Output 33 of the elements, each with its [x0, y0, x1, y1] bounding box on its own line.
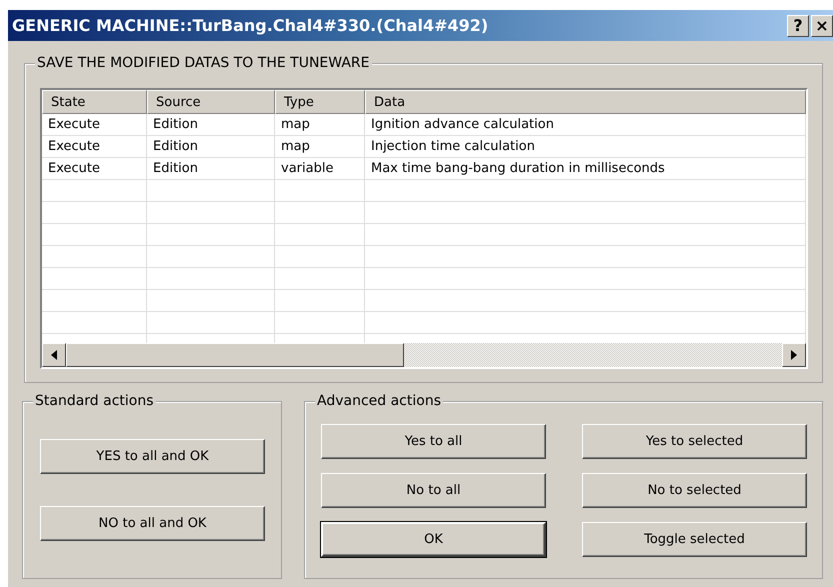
horizontal-scrollbar[interactable]	[42, 343, 806, 367]
table-cell: Ignition advance calculation	[365, 114, 806, 136]
table-cell: Injection time calculation	[365, 136, 806, 158]
table-cell: Execute	[42, 114, 147, 136]
action-button[interactable]: Yes to all	[321, 424, 546, 459]
help-button[interactable]: ?	[787, 14, 809, 36]
window-title: GENERIC MACHINE::TurBang.Chal4#330.(Chal4#492)	[12, 14, 490, 36]
table-cell: map	[275, 114, 365, 136]
action-button[interactable]: Yes to selected	[582, 424, 807, 459]
action-button[interactable]: YES to all and OK	[40, 439, 265, 474]
table-cell: Execute	[42, 136, 147, 158]
table-cell: Edition	[147, 114, 275, 136]
scroll-right-button[interactable]	[782, 343, 806, 367]
action-button[interactable]: No to selected	[582, 473, 807, 508]
table-cell: Edition	[147, 136, 275, 158]
action-button[interactable]: Toggle selected	[582, 522, 807, 557]
action-button[interactable]: NO to all and OK	[40, 506, 265, 541]
table-cell: map	[275, 136, 365, 158]
column-header[interactable]: Data	[365, 90, 806, 114]
column-header[interactable]: Source	[147, 90, 275, 114]
action-button[interactable]: No to all	[321, 473, 546, 508]
table-cell: variable	[275, 158, 365, 180]
action-button[interactable]: OK	[321, 522, 546, 557]
table-cell: Max time bang-bang duration in milliseconds	[365, 158, 806, 180]
table-cell: Edition	[147, 158, 275, 180]
scroll-left-button[interactable]	[42, 343, 66, 367]
close-button[interactable]: ×	[811, 14, 833, 36]
right-arrow-icon	[791, 350, 797, 360]
left-arrow-icon	[51, 350, 57, 360]
column-header[interactable]: State	[42, 90, 147, 114]
column-header[interactable]: Type	[275, 90, 365, 114]
scroll-thumb[interactable]	[66, 343, 404, 367]
table-cell: Execute	[42, 158, 147, 180]
